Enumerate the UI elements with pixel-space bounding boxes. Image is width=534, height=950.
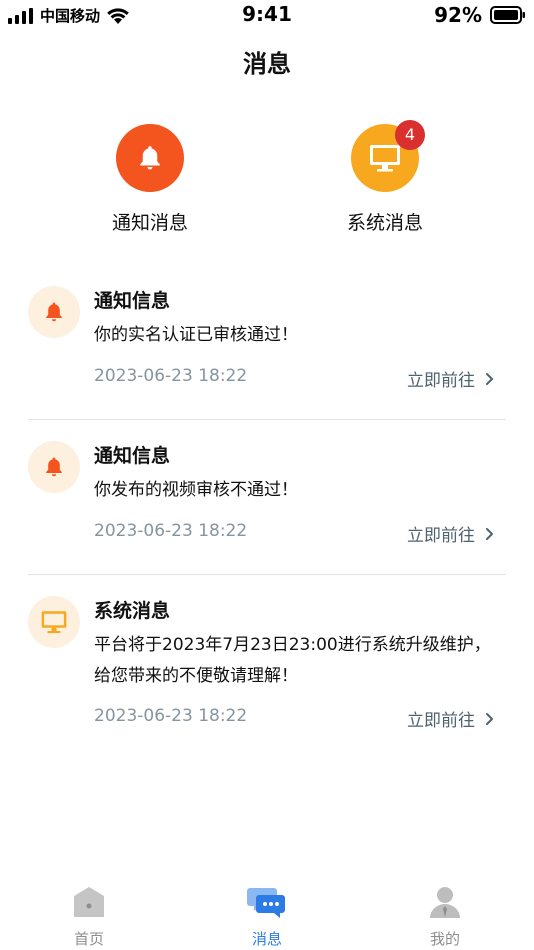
message-item[interactable]: 通知信息 你发布的视频审核不通过！ 2023-06-23 18:22 立即前往 [28,441,506,551]
status-bar: 中国移动 9:41 92% [0,0,534,30]
message-title: 系统消息 [94,600,171,622]
category-system[interactable]: 4 系统消息 [315,120,455,235]
message-title: 通知信息 [94,445,171,467]
category-system-circle: 4 [351,120,425,192]
category-system-label: 系统消息 [346,212,423,234]
message-item[interactable]: 系统消息 平台将于2023年7月23日23:00进行系统升级维护，给您带来的不便… [28,596,506,736]
chevron-right-icon [486,372,493,385]
go-now-link[interactable]: 立即前往 [407,366,494,391]
message-title: 通知信息 [94,290,171,312]
tab-mine-label: 我的 [429,930,460,948]
message-time: 2023-06-23 18:22 [94,521,248,541]
page-title: 消息 [243,50,291,78]
battery-icon [490,6,525,24]
status-right: 92% [434,3,526,27]
chevron-right-icon [486,527,493,540]
category-notify[interactable]: 通知消息 [80,124,220,235]
tab-mine[interactable]: 我的 [395,884,495,949]
go-now-label: 立即前往 [407,371,475,391]
message-icon-bg [28,286,80,338]
message-item[interactable]: 通知信息 你的实名认证已审核通过！ 2023-06-23 18:22 立即前往 [28,286,506,396]
battery-percent: 92% [434,3,482,27]
message-time: 2023-06-23 18:22 [94,706,248,726]
bell-icon [46,457,62,477]
category-notify-circle [116,124,184,192]
monitor-icon [41,611,67,634]
tab-bar: 首页 消息 我的 [0,880,534,950]
go-now-link[interactable]: 立即前往 [407,706,494,731]
message-body: 你发布的视频审核不通过！ [94,480,298,500]
chevron-right-icon [486,712,493,725]
divider [28,419,506,420]
monitor-icon [370,145,400,172]
bell-icon [46,302,62,322]
message-time: 2023-06-23 18:22 [94,366,248,386]
go-now-link[interactable]: 立即前往 [407,521,494,546]
message-icon-bg [28,441,80,493]
chat-icon [247,888,285,918]
go-now-label: 立即前往 [407,526,475,546]
category-notify-label: 通知消息 [111,212,188,234]
go-now-label: 立即前往 [407,711,475,731]
user-icon [430,887,460,918]
unread-badge: 4 [395,120,425,150]
tab-home-label: 首页 [73,930,104,948]
home-icon [74,887,104,917]
tab-home[interactable]: 首页 [39,884,139,949]
tab-messages-label: 消息 [251,930,282,948]
divider [28,574,506,575]
message-icon-bg [28,596,80,648]
message-body: 你的实名认证已审核通过！ [94,325,298,345]
bell-icon [140,146,160,170]
message-body: 平台将于2023年7月23日23:00进行系统升级维护，给您带来的不便敬请理解！ [94,635,491,686]
tab-messages[interactable]: 消息 [217,884,317,949]
